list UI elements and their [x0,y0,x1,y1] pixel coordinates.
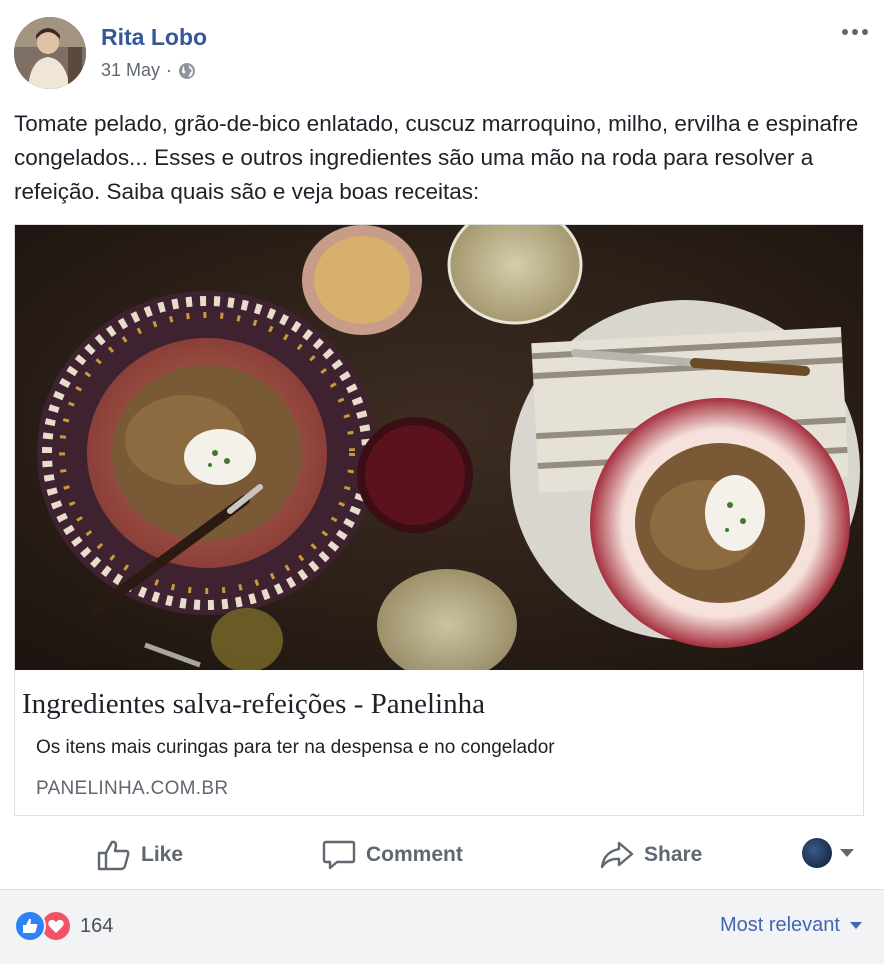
sort-label: Most relevant [719,914,840,936]
feed-post: Rita Lobo 31 May · Tomate pelado, grão-d… [0,0,884,964]
post-meta: 31 May · [101,60,196,81]
link-card-title[interactable]: Ingredientes salva-refeições - Panelinha [22,688,485,721]
link-card-domain: PANELINHA.COM.BR [36,778,229,799]
reactions-footer: 164 Most relevant [0,889,884,964]
post-date-link[interactable]: 31 May [101,60,160,81]
chevron-down-icon [850,922,862,929]
globe-icon[interactable] [178,62,196,80]
share-label: Share [644,843,703,866]
post-actions-bar: Like Comment Share [0,825,884,885]
comment-bubble-icon [322,840,356,870]
avatar-photo [14,17,86,89]
link-preview-card[interactable] [14,224,864,816]
comment-sort-dropdown[interactable]: Most relevant [720,914,862,937]
thumbs-up-icon [97,840,130,871]
post-as-selector[interactable] [802,838,854,868]
more-options-icon[interactable] [838,22,872,42]
like-button[interactable]: Like [97,825,183,885]
user-avatar-small [802,838,832,868]
link-preview-image[interactable] [15,225,863,670]
post-text: Tomate pelado, grão-de-bico enlatado, cu… [14,111,859,204]
author-avatar[interactable] [14,17,86,89]
author-name-link[interactable]: Rita Lobo [101,24,207,51]
share-button[interactable]: Share [600,825,702,885]
comment-button[interactable]: Comment [322,825,463,885]
reaction-summary[interactable]: 164 [14,910,113,942]
like-reaction-icon [14,910,46,942]
link-card-description: Os itens mais curingas para ter na despe… [36,737,555,758]
meta-separator: · [166,60,173,80]
chevron-down-icon [840,849,854,857]
like-label: Like [141,843,184,866]
comment-label: Comment [366,843,463,866]
share-arrow-icon [600,841,634,869]
reaction-count: 164 [80,914,114,937]
